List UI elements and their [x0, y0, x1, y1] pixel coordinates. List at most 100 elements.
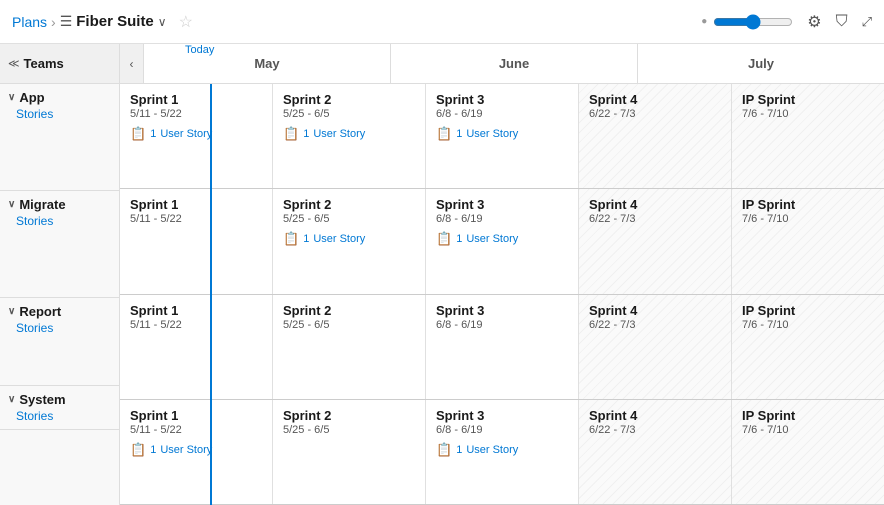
team-report-label: Report [19, 304, 61, 319]
sidebar-team-system: ∨ System Stories [0, 386, 119, 430]
team-app-name: ∨ App [0, 84, 119, 107]
team-migrate-name: ∨ Migrate [0, 191, 119, 214]
sprint-name-0-1: Sprint 2 [283, 92, 415, 107]
today-label: Today [185, 44, 214, 56]
prev-nav-button[interactable]: ‹ [120, 44, 144, 83]
story-label-0-1: User Story [313, 128, 365, 140]
sprint-cell-3-2: Sprint 36/8 - 6/19📋1User Story [426, 400, 579, 504]
team-system-label: System [19, 392, 65, 407]
sprint-dates-2-1: 5/25 - 6/5 [283, 319, 415, 331]
zoom-slider[interactable] [713, 14, 793, 30]
sprint-story-3-2[interactable]: 📋1User Story [436, 442, 568, 458]
project-title: Fiber Suite [76, 13, 154, 30]
sprint-name-0-3: Sprint 4 [589, 92, 721, 107]
sprint-dates-1-4: 7/6 - 7/10 [742, 213, 874, 225]
grid-rows-container: Sprint 15/11 - 5/22📋1User StorySprint 25… [120, 84, 884, 505]
sprint-cell-3-4: IP Sprint7/6 - 7/10 [732, 400, 884, 504]
team-migrate-stories[interactable]: Stories [0, 214, 119, 234]
team-report-stories[interactable]: Stories [0, 321, 119, 341]
team-migrate-chevron[interactable]: ∨ [8, 199, 15, 210]
main-content: ≪ Teams ∨ App Stories ∨ Migrate Stories … [0, 44, 884, 505]
team-app-stories[interactable]: Stories [0, 107, 119, 127]
filter-icon[interactable]: ⛉ [836, 13, 848, 31]
sprint-name-2-0: Sprint 1 [130, 303, 262, 318]
calendar-area: Today ‹ May June July Sprint 15/11 - 5/2… [120, 44, 884, 505]
story-icon-0-2: 📋 [436, 126, 452, 142]
team-report-name: ∨ Report [0, 298, 119, 321]
sprint-name-1-3: Sprint 4 [589, 197, 721, 212]
header-left: Plans › ☰ Fiber Suite ∨ ☆ [12, 12, 701, 32]
sprint-story-1-2[interactable]: 📋1User Story [436, 231, 568, 247]
sprint-name-2-2: Sprint 3 [436, 303, 568, 318]
sprint-cell-2-4: IP Sprint7/6 - 7/10 [732, 295, 884, 399]
sprint-story-0-2[interactable]: 📋1User Story [436, 126, 568, 142]
story-count-0-0: 1 [150, 128, 156, 140]
story-count-1-2: 1 [456, 233, 462, 245]
sprint-name-1-4: IP Sprint [742, 197, 874, 212]
sprint-cell-0-3: Sprint 46/22 - 7/3 [579, 84, 732, 188]
sprint-cell-1-1: Sprint 25/25 - 6/5📋1User Story [273, 189, 426, 293]
today-vertical-line [210, 84, 212, 505]
sprint-cell-1-3: Sprint 46/22 - 7/3 [579, 189, 732, 293]
team-system-chevron[interactable]: ∨ [8, 394, 15, 405]
story-count-0-1: 1 [303, 128, 309, 140]
sprint-row-report: Sprint 15/11 - 5/22 Sprint 25/25 - 6/5 Spr… [120, 295, 884, 399]
settings-icon[interactable]: ⚙ [807, 12, 821, 32]
sprint-dates-1-3: 6/22 - 7/3 [589, 213, 721, 225]
team-row-report: Sprint 15/11 - 5/22 Sprint 25/25 - 6/5 Spr… [120, 295, 884, 400]
sprint-name-3-1: Sprint 2 [283, 408, 415, 423]
story-icon-1-2: 📋 [436, 231, 452, 247]
breadcrumb-separator: › [51, 14, 56, 30]
sprint-cell-0-2: Sprint 36/8 - 6/19 📋1User Story [426, 84, 579, 188]
sprint-dates-2-4: 7/6 - 7/10 [742, 319, 874, 331]
sprint-name-1-1: Sprint 2 [283, 197, 415, 212]
month-june: June [391, 44, 638, 83]
sprint-story-0-1[interactable]: 📋 1 User Story [283, 126, 415, 142]
sprint-story-3-0[interactable]: 📋1User Story [130, 442, 262, 458]
sprint-dates-2-3: 6/22 - 7/3 [589, 319, 721, 331]
sprint-story-1-1[interactable]: 📋1User Story [283, 231, 415, 247]
sprint-dates-2-0: 5/11 - 5/22 [130, 319, 262, 331]
team-system-stories[interactable]: Stories [0, 409, 119, 429]
sprint-name-0-2: Sprint 3 [436, 92, 568, 107]
sprint-cell-2-2: Sprint 36/8 - 6/19 [426, 295, 579, 399]
sprint-dates-1-2: 6/8 - 6/19 [436, 213, 568, 225]
story-icon-1-1: 📋 [283, 231, 299, 247]
story-label-3-0: User Story [160, 444, 212, 456]
sprint-story-0-0[interactable]: 📋 1 User Story [130, 126, 262, 142]
sprint-dates-1-0: 5/11 - 5/22 [130, 213, 262, 225]
sprint-dates-3-2: 6/8 - 6/19 [436, 424, 568, 436]
story-icon-0-0: 📋 [130, 126, 146, 142]
favorite-icon[interactable]: ☆ [179, 12, 193, 32]
sprint-row-migrate: Sprint 15/11 - 5/22Sprint 25/25 - 6/5📋1U… [120, 189, 884, 293]
story-count-3-2: 1 [456, 444, 462, 456]
header-right: ● ⚙ ⛉ ⤢ [701, 12, 872, 32]
sprint-dates-0-2: 6/8 - 6/19 [436, 108, 568, 120]
sprint-dates-3-3: 6/22 - 7/3 [589, 424, 721, 436]
team-app-chevron[interactable]: ∨ [8, 92, 15, 103]
sprint-cell-0-1: Sprint 25/25 - 6/5 📋 1 User Story [273, 84, 426, 188]
title-dropdown-icon[interactable]: ∨ [158, 15, 167, 29]
sprint-cell-0-0: Sprint 15/11 - 5/22📋1User Story [120, 84, 273, 188]
collapse-icon[interactable]: ≪ [8, 57, 20, 70]
expand-icon[interactable]: ⤢ [862, 14, 872, 30]
month-may: May [144, 44, 391, 83]
sprint-dates-0-0: 5/11 - 5/22 [130, 108, 262, 120]
project-icon: ☰ [60, 13, 73, 30]
sprint-cell-0-4: IP Sprint7/6 - 7/10 [732, 84, 884, 188]
team-report-chevron[interactable]: ∨ [8, 306, 15, 317]
sprint-cell-2-0: Sprint 15/11 - 5/22 [120, 295, 273, 399]
sprint-name-0-4: IP Sprint [742, 92, 874, 107]
story-label-0-0: User Story [160, 128, 212, 140]
sprint-dates-0-1: 5/25 - 6/5 [283, 108, 415, 120]
sprint-name-2-3: Sprint 4 [589, 303, 721, 318]
sprint-row-system: Sprint 15/11 - 5/22📋1User StorySprint 25… [120, 400, 884, 504]
sprint-name-2-4: IP Sprint [742, 303, 874, 318]
sprint-name-3-0: Sprint 1 [130, 408, 262, 423]
sidebar-team-app: ∨ App Stories [0, 84, 119, 191]
sidebar-team-report: ∨ Report Stories [0, 298, 119, 386]
breadcrumb-plans-link[interactable]: Plans [12, 14, 47, 30]
sprint-cell-2-3: Sprint 46/22 - 7/3 [579, 295, 732, 399]
story-icon-0-1: 📋 [283, 126, 299, 142]
sprint-name-2-1: Sprint 2 [283, 303, 415, 318]
